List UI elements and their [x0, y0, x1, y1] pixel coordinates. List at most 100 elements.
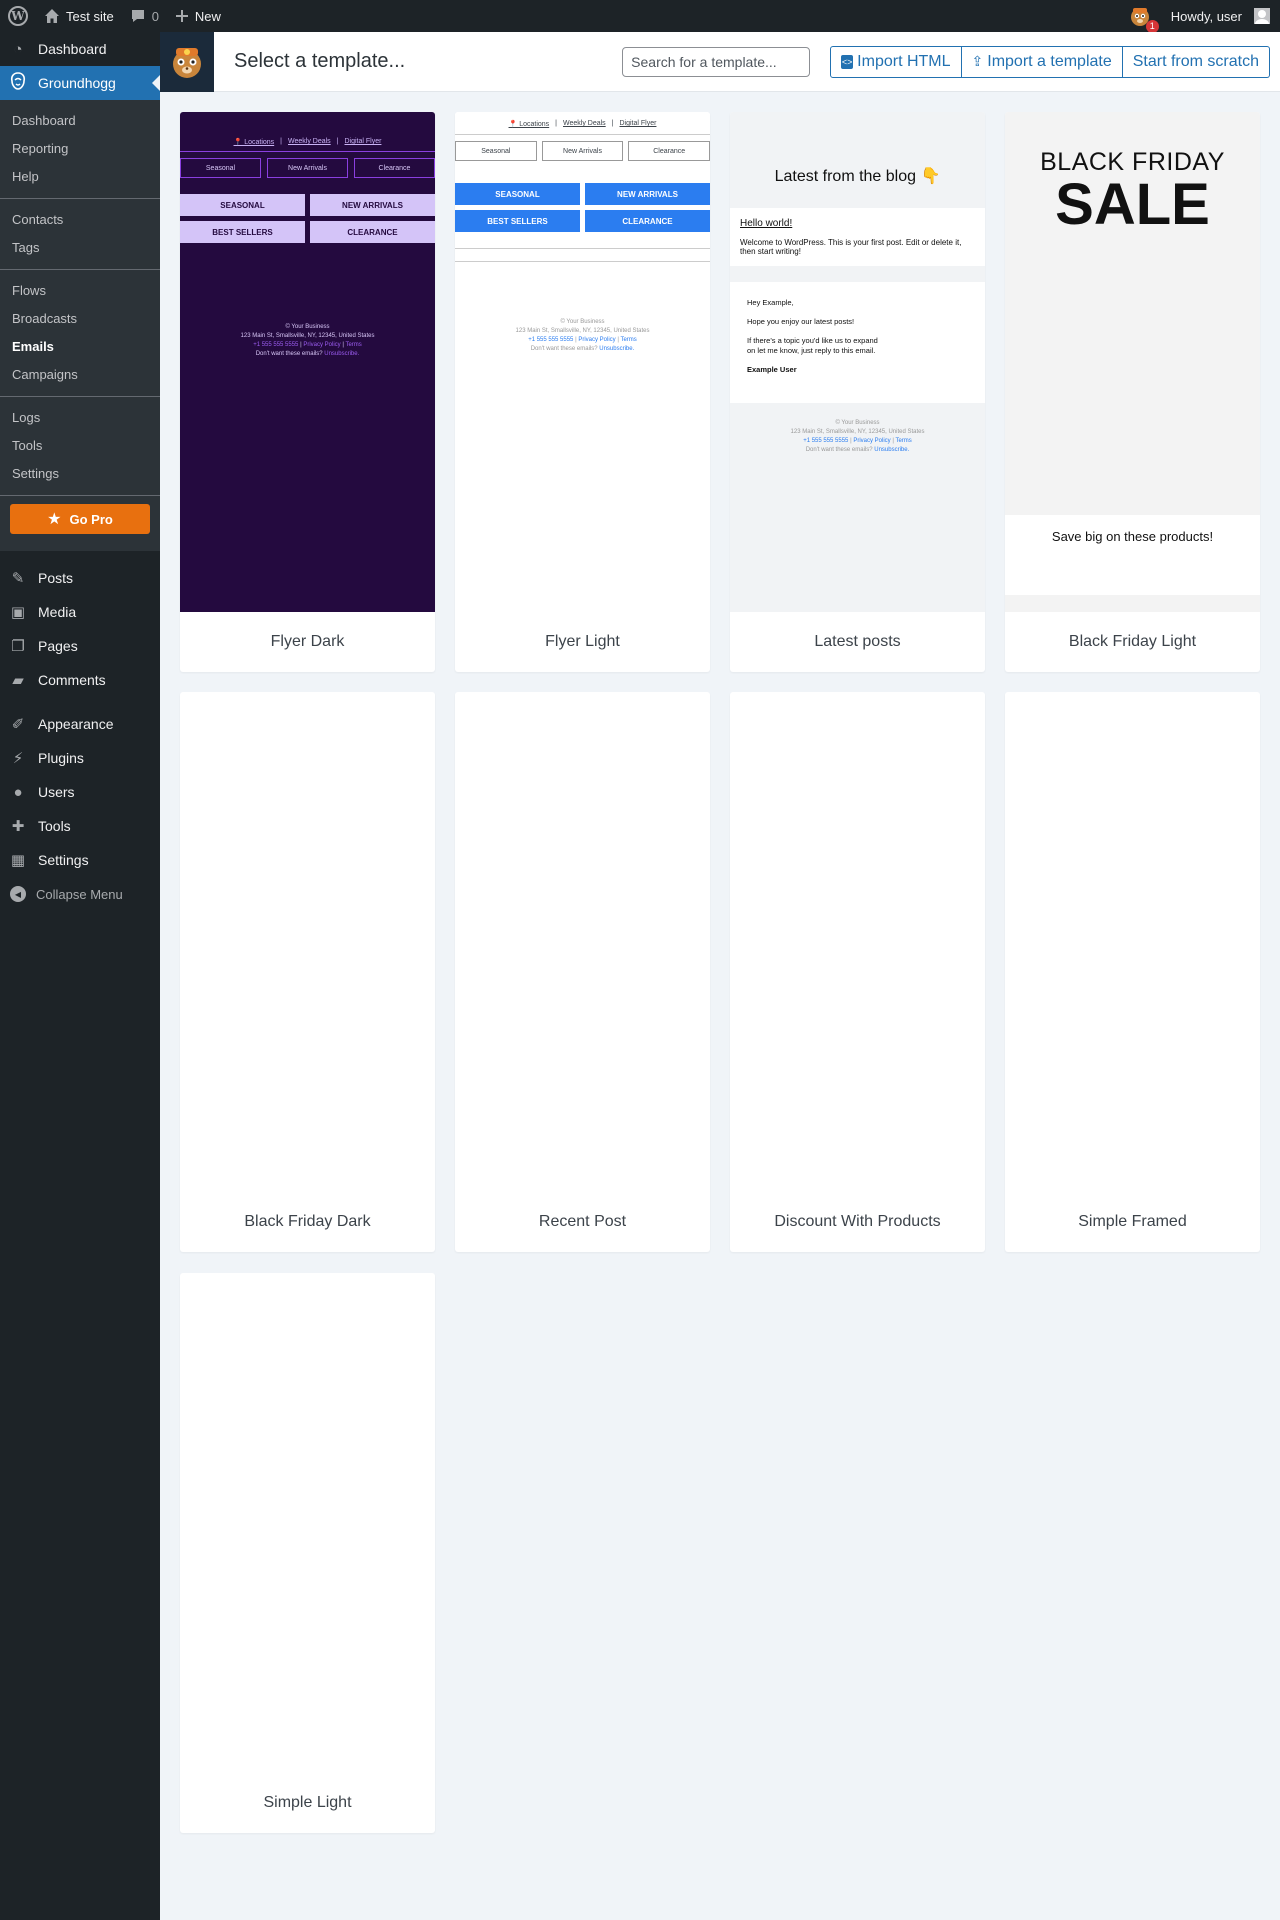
menu-posts-label: Posts — [38, 570, 74, 586]
menu-settings[interactable]: ▦ Settings — [0, 843, 160, 877]
header-button-group: <> Import HTML ⇪ Import a template Start f… — [830, 45, 1270, 78]
template-card-latest-posts[interactable]: Latest from the blog 👇 Hello world! Welc… — [730, 112, 985, 672]
footer-phone: +1 555 555 5555 — [253, 342, 299, 348]
site-name-link[interactable]: Test site — [36, 0, 122, 32]
start-from-scratch-button[interactable]: Start from scratch — [1122, 45, 1270, 78]
template-search-input[interactable] — [622, 46, 811, 77]
menu-media[interactable]: ▣ Media — [0, 595, 160, 629]
category-button: BEST SELLERS — [455, 210, 580, 232]
footer-phone: +1 555 555 5555 — [803, 438, 849, 444]
menu-groundhogg[interactable]: Groundhogg — [0, 66, 160, 100]
greeting: Hey Example, — [747, 298, 794, 307]
template-card-simple-framed[interactable]: Simple Framed — [1005, 692, 1260, 1252]
wordpress-logo-button[interactable]: W — [0, 0, 36, 32]
template-card-simple-light[interactable]: Simple Light — [180, 1273, 435, 1833]
submenu-divider — [0, 198, 160, 199]
menu-comments-label: Comments — [38, 672, 106, 688]
go-pro-button[interactable]: ★ Go Pro — [10, 504, 150, 534]
groundhogg-notifications-button[interactable]: 1 — [1127, 3, 1159, 33]
message-body: Hope you enjoy our latest posts! — [747, 317, 855, 326]
email-footer: © Your Business 123 Main St, Smallsville… — [455, 318, 710, 354]
wordpress-icon: W — [8, 6, 28, 26]
submenu-reporting[interactable]: Reporting — [0, 135, 160, 163]
nav-link-weekly-deals: Weekly Deals — [288, 138, 331, 145]
collapse-menu-label: Collapse Menu — [36, 886, 123, 902]
import-template-button[interactable]: ⇪ Import a template — [961, 45, 1123, 78]
category-button: NEW ARRIVALS — [585, 183, 710, 205]
admin-sidebar: ◔ Dashboard Groundhogg Dashboard Reporti… — [0, 32, 160, 1920]
menu-pages[interactable]: ❐ Pages — [0, 629, 160, 663]
footer-terms: Terms — [620, 337, 637, 343]
menu-groundhogg-label: Groundhogg — [38, 75, 116, 91]
dashboard-icon: ◔ — [13, 40, 23, 58]
post-box: Hello world! Welcome to WordPress. This … — [730, 208, 985, 266]
category-button: BEST SELLERS — [180, 221, 305, 243]
bf-headline: BLACK FRIDAY — [1040, 148, 1225, 176]
outline-button: Clearance — [628, 141, 710, 161]
import-html-button[interactable]: <> Import HTML — [830, 45, 962, 78]
menu-appearance[interactable]: ✐ Appearance — [0, 707, 160, 741]
footer-address: 123 Main St, Smallsville, NY, 12345, Uni… — [240, 333, 375, 339]
footer-unsub-link: Unsubscribe. — [599, 346, 635, 352]
footer-terms: Terms — [895, 438, 912, 444]
template-card-recent-post[interactable]: Recent Post — [455, 692, 710, 1252]
template-card-flyer-dark[interactable]: 📍 Locations | Weekly Deals | Digital Flyer… — [180, 112, 435, 672]
new-content-link[interactable]: New — [167, 0, 229, 32]
menu-users-label: Users — [38, 784, 75, 800]
submenu-dashboard[interactable]: Dashboard — [0, 107, 160, 135]
submenu-help[interactable]: Help — [0, 163, 160, 191]
template-name: Flyer Light — [545, 633, 620, 650]
collapse-menu-button[interactable]: ◀ Collapse Menu — [0, 877, 160, 911]
submenu-contacts[interactable]: Contacts — [0, 206, 160, 234]
submenu-settings[interactable]: Settings — [0, 460, 160, 488]
footer-unsub-text: Don't want these emails? — [805, 447, 873, 453]
footer-address: 123 Main St, Smallsville, NY, 12345, Uni… — [790, 429, 925, 435]
wrench-icon: ✚ — [11, 818, 25, 835]
submenu-divider — [0, 396, 160, 397]
nav-link-digital-flyer: Digital Flyer — [619, 120, 657, 127]
comments-link[interactable]: 0 — [122, 0, 167, 32]
menu-posts[interactable]: ✎ Posts — [0, 561, 160, 595]
import-template-label: Import a template — [987, 52, 1112, 70]
menu-comments[interactable]: ▰ Comments — [0, 663, 160, 697]
post-excerpt: Welcome to WordPress. This is your first… — [740, 238, 962, 256]
submenu-campaigns[interactable]: Campaigns — [0, 361, 160, 389]
menu-tools[interactable]: ✚ Tools — [0, 809, 160, 843]
footer-privacy: Privacy Policy — [578, 337, 616, 343]
submenu-logs[interactable]: Logs — [0, 404, 160, 432]
template-name: Flyer Dark — [270, 633, 345, 650]
template-preview — [180, 1273, 435, 1773]
comments-icon: ▰ — [12, 672, 24, 689]
template-preview — [1005, 692, 1260, 1192]
submenu-broadcasts[interactable]: Broadcasts — [0, 305, 160, 333]
media-icon: ▣ — [10, 604, 26, 621]
menu-dashboard[interactable]: ◔ Dashboard — [0, 32, 160, 66]
footer-phone: +1 555 555 5555 — [528, 337, 574, 343]
submenu-flows[interactable]: Flows — [0, 277, 160, 305]
template-name: Black Friday Light — [1068, 633, 1197, 650]
import-html-label: Import HTML — [857, 52, 951, 70]
template-card-black-friday-light[interactable]: BLACK FRIDAY SALE Save big on these prod… — [1005, 112, 1260, 672]
footer-privacy: Privacy Policy — [853, 438, 891, 444]
menu-users[interactable]: ● Users — [0, 775, 160, 809]
template-card-discount-with-products[interactable]: Discount With Products — [730, 692, 985, 1252]
template-card-flyer-light[interactable]: 📍 Locations | Weekly Deals | Digital Flyer… — [455, 112, 710, 672]
template-preview: 📍 Locations | Weekly Deals | Digital Flyer… — [455, 112, 710, 612]
email-footer: © Your Business 123 Main St, Smallsville… — [730, 419, 985, 455]
footer-address: 123 Main St, Smallsville, NY, 12345, Uni… — [515, 328, 650, 334]
template-preview: BLACK FRIDAY SALE Save big on these prod… — [1005, 112, 1260, 612]
groundhogg-mascot-icon — [173, 47, 201, 78]
footer-unsub-text: Don't want these emails? — [530, 346, 598, 352]
nav-link-locations: 📍 Locations — [508, 121, 550, 128]
template-card-black-friday-dark[interactable]: Black Friday Dark — [180, 692, 435, 1252]
template-name: Black Friday Dark — [244, 1213, 371, 1230]
submenu-tags[interactable]: Tags — [0, 234, 160, 262]
submenu-tools[interactable]: Tools — [0, 432, 160, 460]
my-account-link[interactable]: Howdy, user — [1163, 0, 1280, 32]
upload-icon: ⇪ — [971, 53, 984, 69]
template-name: Recent Post — [538, 1213, 627, 1230]
menu-plugins[interactable]: ⚡ Plugins — [0, 741, 160, 775]
groundhogg-logo — [160, 31, 214, 92]
submenu-emails[interactable]: Emails — [0, 333, 160, 361]
nav-link-digital-flyer: Digital Flyer — [344, 138, 382, 145]
